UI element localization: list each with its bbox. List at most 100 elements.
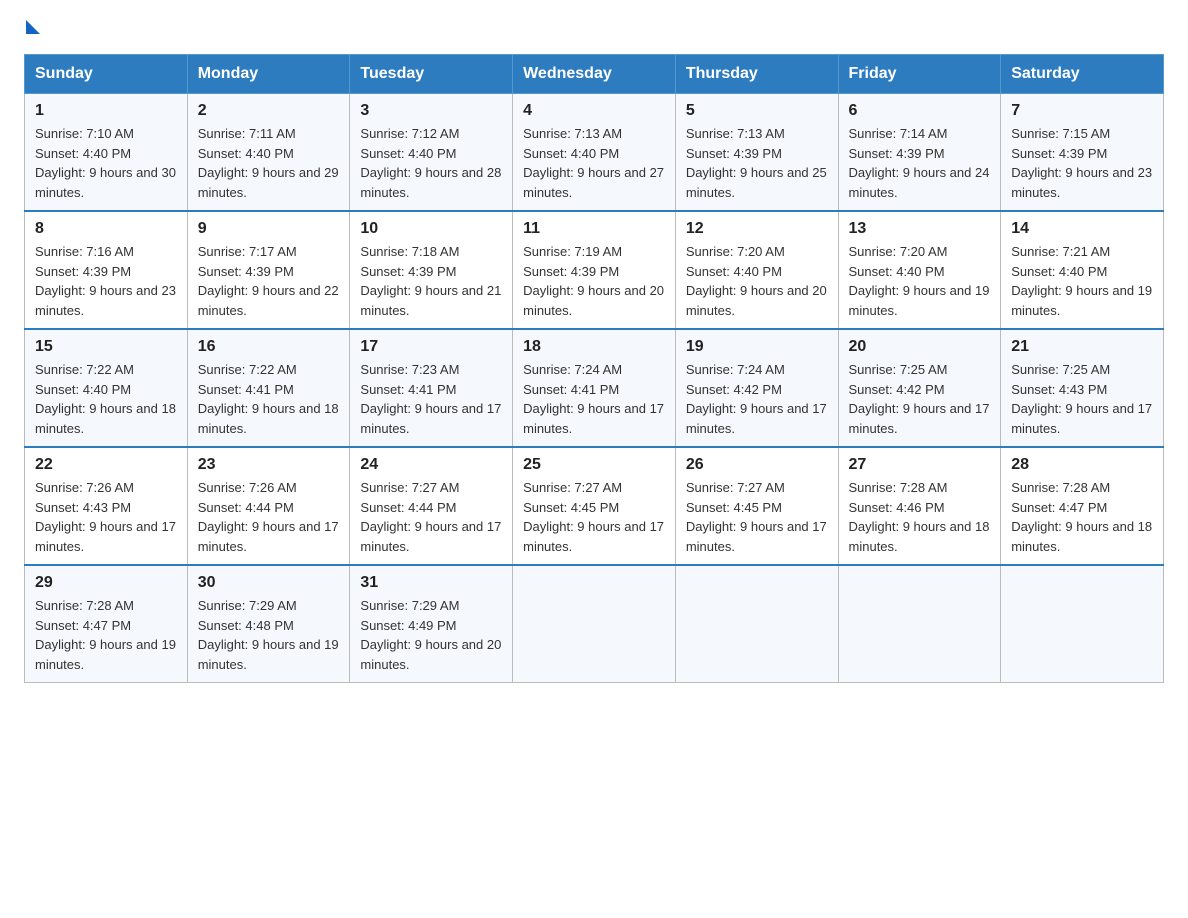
- day-info: Sunrise: 7:13 AMSunset: 4:40 PMDaylight:…: [523, 124, 665, 202]
- calendar-day-cell: 4 Sunrise: 7:13 AMSunset: 4:40 PMDaylight…: [513, 94, 676, 212]
- calendar-week-row: 8 Sunrise: 7:16 AMSunset: 4:39 PMDaylight…: [25, 211, 1164, 329]
- day-info: Sunrise: 7:17 AMSunset: 4:39 PMDaylight:…: [198, 242, 340, 320]
- calendar-day-cell: 24 Sunrise: 7:27 AMSunset: 4:44 PMDayligh…: [350, 447, 513, 565]
- calendar-week-row: 22 Sunrise: 7:26 AMSunset: 4:43 PMDayligh…: [25, 447, 1164, 565]
- day-info: Sunrise: 7:13 AMSunset: 4:39 PMDaylight:…: [686, 124, 828, 202]
- day-number: 14: [1011, 220, 1153, 238]
- calendar-day-cell: 2 Sunrise: 7:11 AMSunset: 4:40 PMDaylight…: [187, 94, 350, 212]
- calendar-day-cell: 12 Sunrise: 7:20 AMSunset: 4:40 PMDayligh…: [675, 211, 838, 329]
- day-info: Sunrise: 7:15 AMSunset: 4:39 PMDaylight:…: [1011, 124, 1153, 202]
- calendar-day-cell: 10 Sunrise: 7:18 AMSunset: 4:39 PMDayligh…: [350, 211, 513, 329]
- day-number: 3: [360, 102, 502, 120]
- day-number: 25: [523, 456, 665, 474]
- day-number: 5: [686, 102, 828, 120]
- day-number: 7: [1011, 102, 1153, 120]
- calendar-day-cell: 29 Sunrise: 7:28 AMSunset: 4:47 PMDayligh…: [25, 565, 188, 683]
- day-info: Sunrise: 7:28 AMSunset: 4:47 PMDaylight:…: [35, 596, 177, 674]
- day-info: Sunrise: 7:24 AMSunset: 4:41 PMDaylight:…: [523, 360, 665, 438]
- day-number: 19: [686, 338, 828, 356]
- day-of-week-header: Friday: [838, 55, 1001, 94]
- calendar-day-cell: [838, 565, 1001, 683]
- day-number: 24: [360, 456, 502, 474]
- day-info: Sunrise: 7:27 AMSunset: 4:45 PMDaylight:…: [686, 478, 828, 556]
- calendar-day-cell: [513, 565, 676, 683]
- day-number: 15: [35, 338, 177, 356]
- calendar-day-cell: 27 Sunrise: 7:28 AMSunset: 4:46 PMDayligh…: [838, 447, 1001, 565]
- calendar-day-cell: 7 Sunrise: 7:15 AMSunset: 4:39 PMDaylight…: [1001, 94, 1164, 212]
- day-number: 31: [360, 574, 502, 592]
- day-info: Sunrise: 7:12 AMSunset: 4:40 PMDaylight:…: [360, 124, 502, 202]
- day-info: Sunrise: 7:28 AMSunset: 4:46 PMDaylight:…: [849, 478, 991, 556]
- day-info: Sunrise: 7:20 AMSunset: 4:40 PMDaylight:…: [849, 242, 991, 320]
- calendar-header-row: SundayMondayTuesdayWednesdayThursdayFrid…: [25, 55, 1164, 94]
- calendar-day-cell: [1001, 565, 1164, 683]
- day-number: 9: [198, 220, 340, 238]
- calendar-day-cell: 3 Sunrise: 7:12 AMSunset: 4:40 PMDaylight…: [350, 94, 513, 212]
- calendar-day-cell: 1 Sunrise: 7:10 AMSunset: 4:40 PMDaylight…: [25, 94, 188, 212]
- day-number: 22: [35, 456, 177, 474]
- logo-triangle-icon: [26, 20, 40, 34]
- day-number: 23: [198, 456, 340, 474]
- calendar-day-cell: [675, 565, 838, 683]
- calendar-week-row: 1 Sunrise: 7:10 AMSunset: 4:40 PMDaylight…: [25, 94, 1164, 212]
- day-info: Sunrise: 7:27 AMSunset: 4:44 PMDaylight:…: [360, 478, 502, 556]
- day-info: Sunrise: 7:27 AMSunset: 4:45 PMDaylight:…: [523, 478, 665, 556]
- day-of-week-header: Wednesday: [513, 55, 676, 94]
- calendar-day-cell: 20Sunrise: 7:25 AMSunset: 4:42 PMDayligh…: [838, 329, 1001, 447]
- day-of-week-header: Sunday: [25, 55, 188, 94]
- day-of-week-header: Monday: [187, 55, 350, 94]
- day-number: 2: [198, 102, 340, 120]
- day-info: Sunrise: 7:21 AMSunset: 4:40 PMDaylight:…: [1011, 242, 1153, 320]
- day-info: Sunrise: 7:11 AMSunset: 4:40 PMDaylight:…: [198, 124, 340, 202]
- day-of-week-header: Tuesday: [350, 55, 513, 94]
- day-number: 13: [849, 220, 991, 238]
- day-number: 21: [1011, 338, 1153, 356]
- day-info: Sunrise: 7:29 AMSunset: 4:48 PMDaylight:…: [198, 596, 340, 674]
- day-info: Sunrise: 7:25 AMSunset: 4:43 PMDaylight:…: [1011, 360, 1153, 438]
- day-number: 27: [849, 456, 991, 474]
- day-number: 8: [35, 220, 177, 238]
- calendar-day-cell: 30 Sunrise: 7:29 AMSunset: 4:48 PMDayligh…: [187, 565, 350, 683]
- day-number: 16: [198, 338, 340, 356]
- day-of-week-header: Thursday: [675, 55, 838, 94]
- calendar-day-cell: 19 Sunrise: 7:24 AMSunset: 4:42 PMDayligh…: [675, 329, 838, 447]
- day-number: 26: [686, 456, 828, 474]
- day-info: Sunrise: 7:14 AMSunset: 4:39 PMDaylight:…: [849, 124, 991, 202]
- logo: [24, 24, 40, 34]
- day-info: Sunrise: 7:26 AMSunset: 4:43 PMDaylight:…: [35, 478, 177, 556]
- calendar-day-cell: 22 Sunrise: 7:26 AMSunset: 4:43 PMDayligh…: [25, 447, 188, 565]
- calendar-day-cell: 16Sunrise: 7:22 AMSunset: 4:41 PMDayligh…: [187, 329, 350, 447]
- calendar-day-cell: 31Sunrise: 7:29 AMSunset: 4:49 PMDayligh…: [350, 565, 513, 683]
- calendar-day-cell: 13 Sunrise: 7:20 AMSunset: 4:40 PMDayligh…: [838, 211, 1001, 329]
- day-number: 10: [360, 220, 502, 238]
- day-info: Sunrise: 7:28 AMSunset: 4:47 PMDaylight:…: [1011, 478, 1153, 556]
- day-number: 11: [523, 220, 665, 238]
- day-info: Sunrise: 7:18 AMSunset: 4:39 PMDaylight:…: [360, 242, 502, 320]
- calendar-day-cell: 15 Sunrise: 7:22 AMSunset: 4:40 PMDayligh…: [25, 329, 188, 447]
- calendar-day-cell: 17Sunrise: 7:23 AMSunset: 4:41 PMDayligh…: [350, 329, 513, 447]
- day-info: Sunrise: 7:24 AMSunset: 4:42 PMDaylight:…: [686, 360, 828, 438]
- day-number: 28: [1011, 456, 1153, 474]
- calendar-day-cell: 26 Sunrise: 7:27 AMSunset: 4:45 PMDayligh…: [675, 447, 838, 565]
- day-number: 4: [523, 102, 665, 120]
- day-number: 1: [35, 102, 177, 120]
- calendar-week-row: 29 Sunrise: 7:28 AMSunset: 4:47 PMDayligh…: [25, 565, 1164, 683]
- day-info: Sunrise: 7:10 AMSunset: 4:40 PMDaylight:…: [35, 124, 177, 202]
- calendar-day-cell: 8 Sunrise: 7:16 AMSunset: 4:39 PMDaylight…: [25, 211, 188, 329]
- calendar-day-cell: 14 Sunrise: 7:21 AMSunset: 4:40 PMDayligh…: [1001, 211, 1164, 329]
- day-info: Sunrise: 7:23 AMSunset: 4:41 PMDaylight:…: [360, 360, 502, 438]
- day-number: 12: [686, 220, 828, 238]
- day-info: Sunrise: 7:25 AMSunset: 4:42 PMDaylight:…: [849, 360, 991, 438]
- day-info: Sunrise: 7:22 AMSunset: 4:40 PMDaylight:…: [35, 360, 177, 438]
- calendar-day-cell: 5 Sunrise: 7:13 AMSunset: 4:39 PMDaylight…: [675, 94, 838, 212]
- day-number: 18: [523, 338, 665, 356]
- calendar-day-cell: 28 Sunrise: 7:28 AMSunset: 4:47 PMDayligh…: [1001, 447, 1164, 565]
- day-info: Sunrise: 7:26 AMSunset: 4:44 PMDaylight:…: [198, 478, 340, 556]
- day-of-week-header: Saturday: [1001, 55, 1164, 94]
- day-info: Sunrise: 7:20 AMSunset: 4:40 PMDaylight:…: [686, 242, 828, 320]
- day-number: 30: [198, 574, 340, 592]
- page-header: [24, 24, 1164, 34]
- day-info: Sunrise: 7:16 AMSunset: 4:39 PMDaylight:…: [35, 242, 177, 320]
- day-number: 29: [35, 574, 177, 592]
- calendar-week-row: 15 Sunrise: 7:22 AMSunset: 4:40 PMDayligh…: [25, 329, 1164, 447]
